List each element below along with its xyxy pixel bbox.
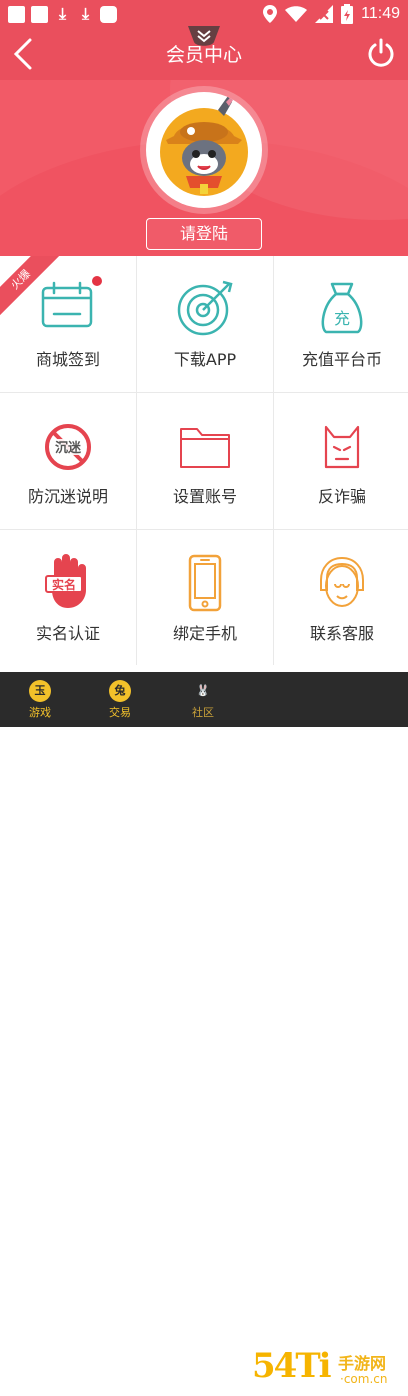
bottom-tab-bar: 玉 游戏 兔 交易 🐰 社区 54Ti 手游网 ·com.cn (0, 672, 408, 1386)
customer-service-icon (320, 556, 364, 607)
calendar-icon (41, 281, 93, 328)
menu-label: 联系客服 (309, 624, 374, 643)
menu-item-anti-fraud[interactable]: 反诈骗 (274, 393, 408, 529)
battery-icon (341, 4, 354, 24)
tab-games[interactable]: 玉 游戏 (20, 680, 60, 720)
avatar[interactable] (146, 92, 262, 208)
menu-item-account-settings[interactable]: 设置账号 (137, 393, 273, 529)
watermark-url: ·com.cn (340, 1372, 388, 1386)
menu-label: 充值平台币 (301, 350, 382, 369)
menu-item-download-app[interactable]: 下载APP (137, 256, 273, 392)
signal-icon (315, 5, 334, 23)
menu-label: 防沉迷说明 (27, 487, 108, 506)
tab-label: 游戏 (29, 706, 51, 719)
community-tab-icon: 🐰 (196, 684, 210, 697)
download-icon: ⤓ (58, 4, 67, 23)
menu-item-recharge[interactable]: 充 充值平台币 (274, 256, 408, 392)
status-bar: ⤓ ⤓ 11:49 (0, 0, 408, 28)
anti-addiction-icon: 沉迷 (45, 424, 91, 470)
phone-icon (188, 554, 222, 612)
menu-item-checkin[interactable]: 火爆 商城签到 (0, 256, 136, 392)
game-tab-icon: 玉 (29, 680, 51, 702)
menu-item-realname[interactable]: 实名 实名认证 (0, 530, 136, 667)
app-header: 会员中心 (0, 26, 408, 80)
realname-badge: 实名 (52, 577, 76, 592)
folder-icon (180, 428, 230, 468)
devil-icon (324, 425, 360, 469)
menu-label: 反诈骗 (317, 487, 366, 506)
unread-dot (92, 276, 102, 286)
notification-icon (8, 5, 25, 23)
menu-label: 设置账号 (172, 487, 237, 506)
rabbit-mascot-icon (148, 94, 260, 206)
app-notification-icon (100, 5, 117, 23)
tab-label: 交易 (109, 706, 131, 719)
watermark-logo-text: 54Ti (252, 1346, 332, 1386)
location-icon (263, 5, 278, 23)
member-menu-grid: 火爆 商城签到 下载APP 充 充值平台币 沉迷 防沉迷说明 设置账号 反诈骗 … (0, 256, 408, 667)
download-icon: ⤓ (81, 4, 90, 23)
login-button[interactable]: 请登陆 (146, 218, 262, 250)
notification-icon (31, 5, 48, 23)
wifi-icon (285, 6, 308, 22)
hand-id-icon: 实名 (45, 554, 86, 608)
watermark-title: 手游网 (338, 1354, 387, 1373)
site-watermark: 54Ti 手游网 ·com.cn (252, 1346, 402, 1396)
trade-tab-icon: 兔 (109, 680, 131, 702)
menu-item-bind-phone[interactable]: 绑定手机 (137, 530, 273, 667)
power-button[interactable] (366, 38, 396, 68)
anti-addiction-text: 沉迷 (55, 440, 82, 456)
money-bag-icon: 充 (321, 282, 363, 334)
status-time: 11:49 (361, 5, 400, 22)
menu-label: 绑定手机 (172, 624, 237, 643)
menu-label: 实名认证 (35, 624, 100, 643)
tab-community[interactable]: 🐰 社区 (183, 680, 223, 720)
tab-trade[interactable]: 兔 交易 (100, 680, 140, 720)
menu-label: 商城签到 (35, 350, 100, 369)
profile-banner: 请登陆 (0, 80, 408, 256)
menu-label: 下载APP (173, 350, 237, 369)
menu-item-customer-service[interactable]: 联系客服 (274, 530, 408, 667)
tab-label: 社区 (192, 706, 214, 719)
menu-item-anti-addiction[interactable]: 沉迷 防沉迷说明 (0, 393, 136, 529)
page-title: 会员中心 (165, 44, 242, 66)
target-icon (177, 280, 233, 336)
bag-char: 充 (334, 309, 350, 328)
